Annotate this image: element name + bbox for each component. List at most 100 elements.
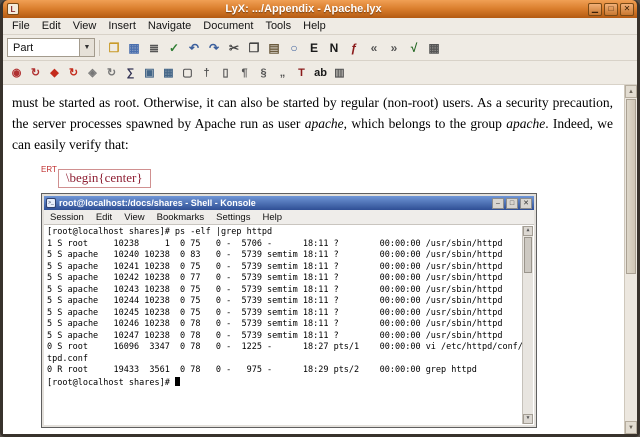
ert-inset-content: \begin{center} <box>58 169 151 188</box>
chevron-down-icon[interactable]: ▼ <box>79 39 94 56</box>
insert-footnote-icon[interactable]: † <box>197 63 216 82</box>
terminal-line: 5 S apache 10245 10238 0 75 0 - 5739 sem… <box>47 308 520 320</box>
cut-icon[interactable]: ✂ <box>224 38 244 58</box>
insert-table-icon[interactable]: ▦ <box>159 63 178 82</box>
embedded-konsole-screenshot[interactable]: >_ root@localhost:/docs/shares - Shell -… <box>41 193 537 428</box>
terminal-line: 5 S apache 10241 10238 0 75 0 - 5739 sem… <box>47 262 520 274</box>
insert-citation-icon[interactable]: „ <box>273 63 292 82</box>
terminal-prompt-line: [root@localhost shares]# <box>47 377 520 390</box>
extra-toolbar: ◉↻◆↻◈↻∑▣▦▢†▯¶§„Tab▥ <box>3 61 637 85</box>
paste-icon[interactable]: ▤ <box>264 38 284 58</box>
undo-icon[interactable]: ↶ <box>184 38 204 58</box>
redo-icon[interactable]: ↷ <box>204 38 224 58</box>
insert-math-icon[interactable]: ∑ <box>121 63 140 82</box>
close-button[interactable]: ✕ <box>620 3 634 16</box>
main-toolbar: Part ▼ ❒▦≣✓↶↷✂❐▤○ENƒ«»√▦ <box>3 35 637 61</box>
paragraph-text: , which belongs to the group <box>344 116 507 131</box>
konsole-menu-edit: Edit <box>96 212 112 223</box>
konsole-menu-session: Session <box>50 212 84 223</box>
konsole-close-button: ✕ <box>520 198 532 209</box>
menu-file[interactable]: File <box>6 19 36 33</box>
konsole-menu-bookmarks: Bookmarks <box>157 212 205 223</box>
math-mode-icon[interactable]: √ <box>404 38 424 58</box>
update-pdf-icon[interactable]: ↻ <box>64 63 83 82</box>
noun-icon[interactable]: N <box>324 38 344 58</box>
emphasis-icon[interactable]: E <box>304 38 324 58</box>
insert-index-icon[interactable]: ¶ <box>235 63 254 82</box>
konsole-app-icon: >_ <box>46 198 56 208</box>
italic-apache-user: apache <box>305 116 344 131</box>
insert-label-icon[interactable]: § <box>254 63 273 82</box>
konsole-maximize-button: □ <box>506 198 518 209</box>
terminal-line: [root@localhost shares]# ps -elf |grep h… <box>47 227 520 239</box>
menu-tools[interactable]: Tools <box>259 19 297 33</box>
thesaurus-icon[interactable]: ▥ <box>330 63 349 82</box>
terminal-lines: [root@localhost shares]# ps -elf |grep h… <box>47 227 520 377</box>
scroll-up-icon[interactable]: ▲ <box>625 85 637 98</box>
document-scrollbar-thumb[interactable] <box>626 99 636 274</box>
konsole-menu-help: Help <box>262 212 282 223</box>
update-dvi-icon[interactable]: ↻ <box>26 63 45 82</box>
document-area: must be started as root. Otherwise, it c… <box>3 85 637 434</box>
view-dvi-icon[interactable]: ◉ <box>7 63 26 82</box>
menu-edit[interactable]: Edit <box>36 19 67 33</box>
konsole-scrollbar: ▲ ▼ <box>522 226 533 424</box>
konsole-minimize-button: – <box>492 198 504 209</box>
insert-margin-icon[interactable]: ▯ <box>216 63 235 82</box>
terminal-line: 5 S apache 10246 10238 0 78 0 - 5739 sem… <box>47 319 520 331</box>
konsole-window-title: root@localhost:/docs/shares - Shell - Ko… <box>59 198 489 208</box>
terminal-line: 5 S apache 10243 10238 0 75 0 - 5739 sem… <box>47 285 520 297</box>
copy-icon[interactable]: ❐ <box>244 38 264 58</box>
terminal-line: 1 S root 10238 1 0 75 0 - 5706 - 18:11 ?… <box>47 239 520 251</box>
window-title: LyX: .../Appendix - Apache.lyx <box>19 3 588 15</box>
paragraph[interactable]: must be started as root. Otherwise, it c… <box>12 92 613 155</box>
insert-float-icon[interactable]: ▢ <box>178 63 197 82</box>
spellcheck-icon[interactable]: ✓ <box>164 38 184 58</box>
insert-ert-icon[interactable]: T <box>292 63 311 82</box>
toolbar-separator <box>99 40 100 56</box>
menu-insert[interactable]: Insert <box>102 19 142 33</box>
terminal-line: tpd.conf <box>47 354 520 366</box>
update-ps-icon[interactable]: ↻ <box>102 63 121 82</box>
save-icon[interactable]: ▦ <box>124 38 144 58</box>
terminal-output: [root@localhost shares]# ps -elf |grep h… <box>44 225 534 425</box>
view-pdf-icon[interactable]: ◆ <box>45 63 64 82</box>
terminal-cursor <box>175 377 180 386</box>
titlebar[interactable]: L LyX: .../Appendix - Apache.lyx ▁ □ ✕ <box>3 0 637 18</box>
terminal-line: 5 S apache 10244 10238 0 75 0 - 5739 sem… <box>47 296 520 308</box>
konsole-scrollbar-thumb <box>524 237 532 273</box>
ert-inset[interactable]: ERT \begin{center} <box>41 165 613 188</box>
terminal-line: 5 S apache 10242 10238 0 77 0 - 5739 sem… <box>47 273 520 285</box>
menu-navigate[interactable]: Navigate <box>142 19 197 33</box>
paragraph-style-value: Part <box>8 42 79 54</box>
scroll-down-icon[interactable]: ▼ <box>625 421 637 434</box>
terminal-prompt: [root@localhost shares]# <box>47 378 175 388</box>
open-icon[interactable]: ❒ <box>104 38 124 58</box>
document-content[interactable]: must be started as root. Otherwise, it c… <box>3 85 623 434</box>
find-replace-icon[interactable]: ○ <box>284 38 304 58</box>
insert-table-icon[interactable]: ▦ <box>424 38 444 58</box>
ert-inset-label: ERT <box>41 165 57 174</box>
increase-depth-icon[interactable]: » <box>384 38 404 58</box>
text-style-icon[interactable]: ab <box>311 63 330 82</box>
paragraph-style-selector[interactable]: Part ▼ <box>7 38 95 57</box>
insert-graphics-icon[interactable]: ▣ <box>140 63 159 82</box>
terminal-line: 0 S root 16096 3347 0 78 0 - 1225 - 18:2… <box>47 342 520 354</box>
toolbar1-icons: ❒▦≣✓↶↷✂❐▤○ENƒ«»√▦ <box>104 38 444 58</box>
italic-apache-group: apache <box>506 116 545 131</box>
konsole-menu-settings: Settings <box>216 212 250 223</box>
menu-document[interactable]: Document <box>197 19 259 33</box>
view-ps-icon[interactable]: ◈ <box>83 63 102 82</box>
maximize-button[interactable]: □ <box>604 3 618 16</box>
font-icon[interactable]: ƒ <box>344 38 364 58</box>
terminal-line: 5 S apache 10247 10238 0 78 0 - 5739 sem… <box>47 331 520 343</box>
document-scrollbar[interactable]: ▲ ▼ <box>624 85 637 434</box>
scroll-down-icon: ▼ <box>523 414 533 424</box>
decrease-depth-icon[interactable]: « <box>364 38 384 58</box>
konsole-menu-view: View <box>124 212 144 223</box>
terminal-line: 0 R root 19433 3561 0 78 0 - 975 - 18:29… <box>47 365 520 377</box>
menu-help[interactable]: Help <box>297 19 332 33</box>
menu-view[interactable]: View <box>67 19 103 33</box>
minimize-button[interactable]: ▁ <box>588 3 602 16</box>
print-icon[interactable]: ≣ <box>144 38 164 58</box>
